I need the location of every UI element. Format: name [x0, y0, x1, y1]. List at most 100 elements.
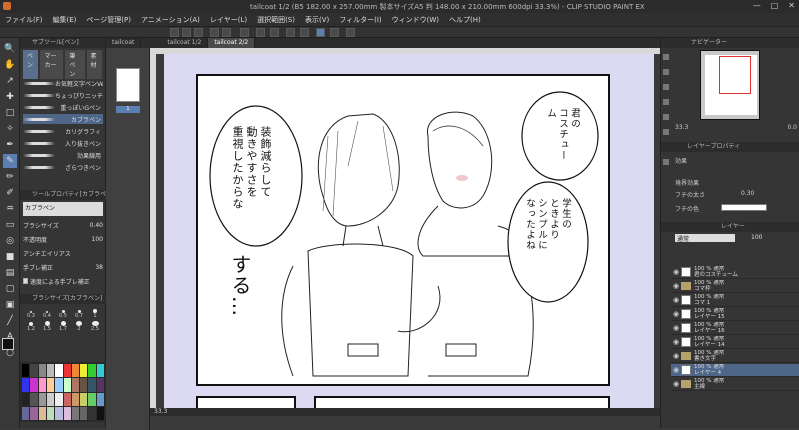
swatch[interactable]: [55, 378, 63, 392]
stabilization-row[interactable]: 手ブレ補正 38: [23, 262, 103, 272]
speed-stabilization-row[interactable]: 速度による手ブレ補正: [23, 276, 103, 286]
eyedropper-tool-icon[interactable]: ✒: [3, 138, 17, 152]
size-preset[interactable]: 2.5: [87, 321, 103, 332]
size-preset[interactable]: 0.4: [39, 308, 55, 319]
size-preset[interactable]: 1: [87, 308, 103, 319]
brush-item[interactable]: 効果線用: [23, 150, 103, 160]
eye-icon[interactable]: ◉: [671, 352, 681, 360]
menu-filter[interactable]: フィルター(I): [334, 15, 386, 25]
swatch[interactable]: [46, 378, 55, 392]
history-icon[interactable]: [663, 99, 669, 105]
info-icon[interactable]: [663, 84, 669, 90]
swatch[interactable]: [80, 378, 88, 392]
layer-folder-row[interactable]: ◉ 100 % 通常 書き文字: [671, 350, 799, 363]
swatch[interactable]: [30, 406, 38, 420]
page-thumbnail[interactable]: [116, 68, 140, 102]
eye-icon[interactable]: ◉: [671, 296, 681, 304]
menu-edit[interactable]: 編集(E): [48, 15, 82, 25]
brush-item[interactable]: お気軽文字ペンVer2.0: [23, 78, 103, 88]
navigator-zoom-value[interactable]: 33.3: [675, 124, 688, 132]
layer-row[interactable]: ◉ 100 % 通常 君のコスチューム: [671, 266, 799, 279]
size-preset[interactable]: 0.7: [71, 308, 87, 319]
size-preset[interactable]: 1.5: [39, 321, 55, 332]
pen-tool-icon[interactable]: ✎: [3, 154, 17, 168]
move-tool-icon[interactable]: ✋: [3, 58, 17, 72]
brush-item[interactable]: ちょっぴりニッチな線文字ペン: [23, 90, 103, 100]
layer-row[interactable]: ◉ 100 % 通常 レイヤー 14: [671, 336, 799, 349]
tab-brush-pen[interactable]: 筆ペン: [65, 50, 85, 79]
perspective-snap-icon[interactable]: [330, 28, 339, 37]
auto-select-tool-icon[interactable]: ✧: [3, 122, 17, 136]
doc-tab[interactable]: tailcoat: [106, 38, 142, 48]
layer-folder-row[interactable]: ◉ 100 % 通常 コマ枠: [671, 280, 799, 293]
swatch[interactable]: [80, 406, 88, 420]
navigator-viewport[interactable]: [719, 56, 751, 94]
swatch[interactable]: [22, 378, 30, 392]
swatch[interactable]: [38, 364, 46, 378]
swatch[interactable]: [63, 378, 71, 392]
navigator-preview[interactable]: [700, 50, 760, 120]
swatch[interactable]: [46, 364, 55, 378]
swatch[interactable]: [30, 378, 38, 392]
layer-property-icon[interactable]: [663, 114, 669, 120]
menu-window[interactable]: ウィンドウ(W): [387, 15, 444, 25]
redo-icon[interactable]: [222, 28, 231, 37]
swatch[interactable]: [22, 364, 30, 378]
swatch[interactable]: [63, 406, 71, 420]
move-layer-tool-icon[interactable]: ✚: [3, 90, 17, 104]
blend-tool-icon[interactable]: ◎: [3, 234, 17, 248]
eraser-tool-icon[interactable]: ▭: [3, 218, 17, 232]
save-icon[interactable]: [194, 28, 203, 37]
swatch[interactable]: [63, 392, 71, 406]
snap-special-ruler-icon[interactable]: [316, 28, 325, 37]
clear-icon[interactable]: [240, 28, 249, 37]
swatch[interactable]: [71, 364, 80, 378]
layer-opacity-value[interactable]: 100: [751, 234, 762, 241]
figure-tool-icon[interactable]: ▢: [3, 282, 17, 296]
swatch[interactable]: [38, 406, 46, 420]
swatch[interactable]: [22, 392, 30, 406]
brush-item[interactable]: 入り抜きペン: [23, 138, 103, 148]
maximize-button[interactable]: □: [771, 1, 779, 10]
swatch[interactable]: [96, 406, 104, 420]
undo-icon[interactable]: [210, 28, 219, 37]
menu-help[interactable]: ヘルプ(H): [444, 15, 486, 25]
layer-row[interactable]: ◉ 100 % 通常 コマ 1: [671, 294, 799, 307]
airbrush-tool-icon[interactable]: ♒: [3, 202, 17, 216]
swatch[interactable]: [88, 392, 96, 406]
size-preset[interactable]: 0.3: [23, 308, 39, 319]
main-color-swatch[interactable]: [2, 338, 14, 350]
close-button[interactable]: ✕: [788, 1, 795, 10]
subview-icon[interactable]: [663, 69, 669, 75]
menu-animation[interactable]: アニメーション(A): [136, 15, 205, 25]
open-file-icon[interactable]: [182, 28, 191, 37]
edge-width-value[interactable]: 0.30: [741, 190, 754, 197]
menu-layer[interactable]: レイヤー(L): [205, 15, 252, 25]
fill-tool-icon[interactable]: ■: [3, 250, 17, 264]
swatch[interactable]: [55, 364, 63, 378]
search-layer-icon[interactable]: [663, 129, 669, 135]
menu-file[interactable]: ファイル(F): [0, 15, 48, 25]
opacity-row[interactable]: 不透明度 100: [23, 234, 103, 244]
brush-item-active[interactable]: カブラペン: [23, 114, 103, 124]
menu-view[interactable]: 表示(V): [300, 15, 334, 25]
navigator-icon[interactable]: [663, 54, 669, 60]
blend-mode-select[interactable]: 通常: [675, 234, 735, 243]
doc-tab[interactable]: tailcoat 2/2: [208, 38, 256, 48]
new-file-icon[interactable]: [170, 28, 179, 37]
ruler-tool-icon[interactable]: ╱: [3, 314, 17, 328]
tab-material[interactable]: 素材: [86, 50, 102, 79]
swatch[interactable]: [46, 406, 55, 420]
swatch[interactable]: [71, 378, 80, 392]
eye-icon[interactable]: ◉: [671, 380, 681, 388]
layer-row-active[interactable]: ◉ 100 % 通常 レイヤー 4: [671, 364, 799, 377]
swatch[interactable]: [38, 392, 46, 406]
swatch[interactable]: [88, 406, 96, 420]
zoom-tool-icon[interactable]: 🔍: [3, 42, 17, 56]
swatch[interactable]: [46, 392, 55, 406]
menu-selection[interactable]: 選択範囲(S): [252, 15, 300, 25]
menu-page[interactable]: ページ管理(P): [81, 15, 136, 25]
eye-icon[interactable]: ◉: [671, 310, 681, 318]
size-preset[interactable]: 1.2: [23, 321, 39, 332]
eye-icon[interactable]: ◉: [671, 366, 681, 374]
